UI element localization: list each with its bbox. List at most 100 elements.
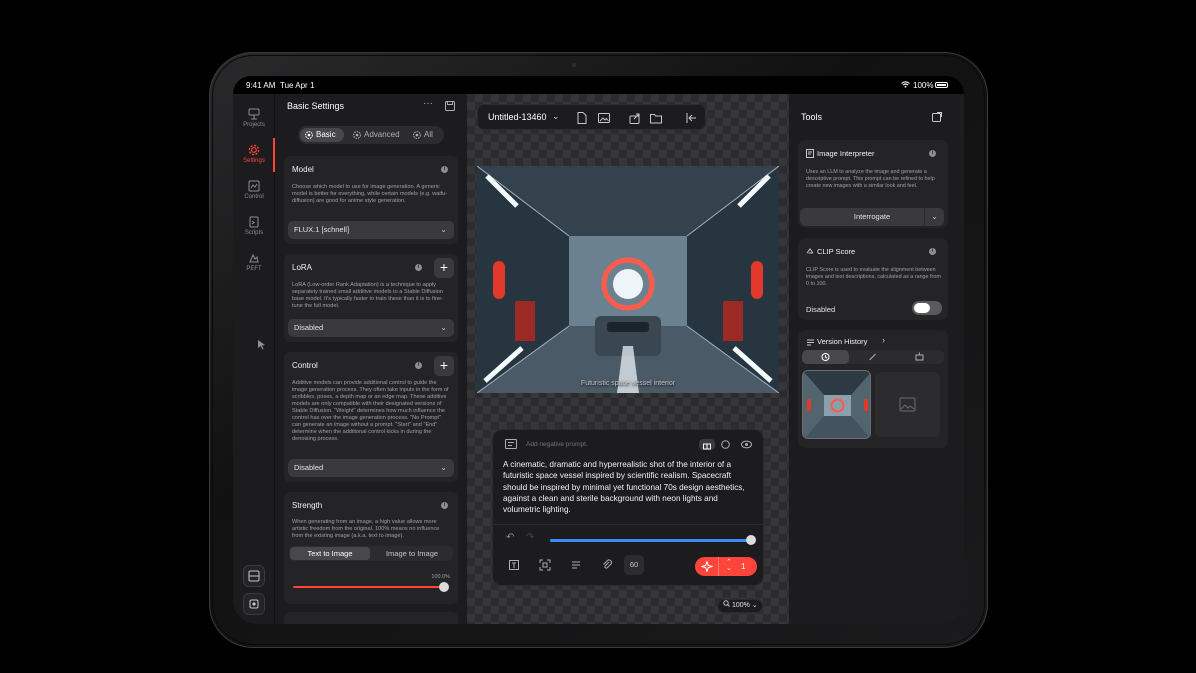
clip-toggle[interactable]: [912, 301, 942, 315]
attachment-icon[interactable]: [601, 559, 613, 571]
interrogate-button[interactable]: Interrogate ⌄: [800, 208, 944, 226]
active-indicator: [273, 138, 275, 172]
eye-icon[interactable]: [741, 440, 752, 449]
gear-icon: [413, 131, 421, 139]
status-date: Tue Apr 1: [280, 81, 315, 90]
model-select[interactable]: FLUX.1 [schnell] ⌄: [288, 221, 454, 239]
tab-export[interactable]: [896, 350, 943, 364]
rail-item-peft[interactable]: PEFT: [233, 252, 275, 272]
canvas-toolbar: Untitled-13460 ⌄: [477, 104, 706, 130]
chevron-right-icon[interactable]: ›: [882, 335, 885, 345]
info-icon[interactable]: i: [415, 264, 422, 271]
chevron-down-icon[interactable]: ⌄: [552, 111, 560, 122]
gear-icon: [305, 131, 313, 139]
version-history-card: Version History ›: [798, 330, 948, 448]
chevron-down-icon: ⌄: [440, 463, 447, 472]
rail-item-projects[interactable]: Projects: [233, 108, 275, 128]
progress-slider[interactable]: [550, 535, 756, 545]
tab-label: All: [424, 130, 433, 139]
rail-item-settings[interactable]: Settings: [233, 144, 275, 164]
tab-advanced[interactable]: Advanced: [348, 128, 404, 142]
project-title[interactable]: Untitled-13460: [488, 112, 547, 122]
search-icon: [723, 600, 730, 607]
generate-button[interactable]: ⌃ ⌄ 1: [695, 557, 757, 576]
info-icon[interactable]: i: [441, 166, 448, 173]
control-title: Control: [292, 361, 318, 370]
stepper-icon[interactable]: ⌃ ⌄: [726, 559, 732, 572]
history-title[interactable]: Version History: [817, 337, 867, 346]
redo-icon[interactable]: ↷: [526, 532, 534, 543]
info-icon[interactable]: i: [929, 248, 936, 255]
render-caption: Futuristic space vessel interior: [580, 380, 676, 387]
rail-label: Scripts: [244, 230, 264, 236]
layout-toggle-button[interactable]: [699, 439, 715, 450]
zoom-control[interactable]: 100% ⌄: [717, 599, 763, 613]
settings-icon: [248, 144, 260, 156]
undo-icon[interactable]: ↶: [506, 532, 514, 543]
chevron-down-icon[interactable]: ⌄: [924, 208, 944, 226]
model-card: Model i Choose which model to use for im…: [284, 156, 458, 244]
prompt-text[interactable]: A cinematic, dramatic and hyperrealistic…: [503, 459, 755, 515]
tab-edit[interactable]: [849, 350, 896, 364]
new-document-icon[interactable]: [575, 111, 589, 125]
text-layer-icon[interactable]: [508, 559, 520, 571]
rail-item-control[interactable]: Control: [233, 180, 275, 200]
pencil-icon: [869, 353, 876, 361]
prompt-panel: A cinematic, dramatic and hyperrealistic…: [492, 429, 764, 586]
history-thumbnail[interactable]: [802, 370, 871, 439]
lora-value: Disabled: [294, 323, 324, 332]
canvas-area[interactable]: Untitled-13460 ⌄ Futuristic space vessel…: [467, 94, 789, 624]
info-icon[interactable]: i: [415, 362, 422, 369]
negative-prompt-input[interactable]: [526, 441, 686, 448]
clip-description: CLIP Score is used to evaluate the align…: [806, 267, 941, 287]
battery-icon: [935, 82, 948, 88]
text-to-image-option[interactable]: Text to Image: [290, 547, 370, 560]
info-icon[interactable]: i: [929, 150, 936, 157]
strength-slider[interactable]: [293, 582, 449, 592]
info-icon[interactable]: i: [441, 502, 448, 509]
export-icon: [915, 352, 924, 361]
sparkle-icon: [701, 561, 713, 572]
batch-count: 1: [741, 562, 746, 571]
tab-basic[interactable]: Basic: [300, 128, 344, 142]
spaceship-interior-render: [477, 166, 779, 393]
tab-history[interactable]: [802, 350, 849, 364]
storage-button[interactable]: [243, 565, 265, 587]
generated-image[interactable]: Futuristic space vessel interior: [477, 166, 779, 393]
palette-icon[interactable]: [721, 440, 730, 449]
tab-all[interactable]: All: [408, 128, 442, 142]
rail-label: Control: [244, 194, 264, 200]
control-icon: [248, 180, 260, 192]
save-icon[interactable]: [445, 101, 455, 111]
image-to-image-option[interactable]: Image to Image: [372, 547, 452, 560]
list-icon[interactable]: [570, 559, 582, 571]
popout-icon[interactable]: [932, 112, 942, 122]
collapse-left-icon[interactable]: [685, 111, 699, 125]
projects-icon: [248, 108, 260, 120]
history-list-icon: [807, 339, 814, 346]
chevron-down-icon: ⌄: [440, 225, 447, 234]
add-control-button[interactable]: +: [434, 356, 454, 376]
model-title: Model: [292, 165, 314, 174]
folder-icon[interactable]: [649, 111, 663, 125]
rail-label: Projects: [243, 122, 265, 128]
divider: [718, 557, 719, 576]
rail-item-scripts[interactable]: Scripts: [233, 216, 275, 236]
more-icon[interactable]: ···: [423, 98, 433, 109]
steps-button[interactable]: 60: [624, 555, 644, 575]
empty-history-slot[interactable]: [875, 372, 940, 437]
strength-value: 100.0%: [431, 574, 450, 580]
chip-button[interactable]: [243, 593, 265, 615]
lora-select[interactable]: Disabled ⌄: [288, 319, 454, 337]
slider-knob[interactable]: [439, 582, 449, 592]
add-lora-button[interactable]: +: [434, 258, 454, 278]
settings-panel: Basic Settings ··· Basic Advanced All Mo…: [276, 94, 466, 624]
slider-knob[interactable]: [746, 535, 756, 545]
book-icon: [703, 443, 711, 450]
clip-icon: [806, 248, 814, 254]
crop-icon[interactable]: [539, 559, 551, 571]
share-icon[interactable]: [628, 111, 642, 125]
control-select[interactable]: Disabled ⌄: [288, 459, 454, 477]
chip-icon: [249, 599, 259, 609]
image-icon[interactable]: [597, 111, 611, 125]
